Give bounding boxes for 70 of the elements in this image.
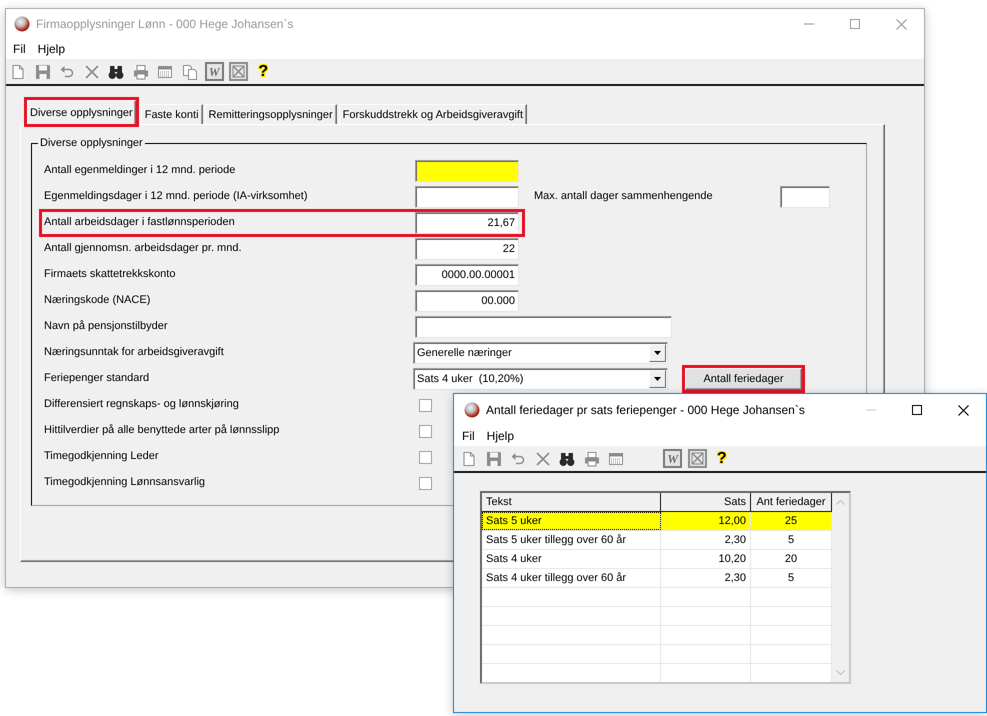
close-icon[interactable] <box>958 404 968 416</box>
table-cell: 12,00 <box>661 512 751 530</box>
input-field[interactable] <box>415 186 519 208</box>
action-button[interactable]: Antall feriedager <box>685 368 802 390</box>
field-label: Næringskode (NACE) <box>44 294 150 306</box>
scrollbar[interactable] <box>832 493 849 682</box>
field-label: Antall arbeidsdager i fastlønnsperioden <box>44 216 235 228</box>
window-title: Antall feriedager pr sats feriepenger - 000 Hege Johansen`s <box>486 403 805 417</box>
menu-item[interactable]: Hjelp <box>32 39 72 59</box>
table-cell: Sats 4 uker <box>482 550 661 568</box>
input-field[interactable] <box>780 186 830 208</box>
tab[interactable]: Remitteringsopplysninger <box>204 104 337 124</box>
sphere-icon <box>464 402 480 418</box>
field-label: Max. antall dager sammenhengende <box>534 190 713 202</box>
help-button[interactable]: ? <box>256 62 270 80</box>
column-header: Sats <box>661 493 751 511</box>
sphere-icon <box>14 16 30 32</box>
field-label: Egenmeldingsdager i 12 mnd. periode (IA-virksomhet) <box>44 190 308 202</box>
menu-item[interactable]: Hjelp <box>480 426 520 446</box>
field-label: Antall egenmeldinger i 12 mnd. periode <box>44 164 236 176</box>
input-field[interactable]: 0000.00.00001 <box>415 264 519 286</box>
input-field[interactable]: 22 <box>415 238 519 260</box>
table-row[interactable]: Sats 4 uker tillegg over 60 år 2,30 5 <box>482 569 832 588</box>
help-button[interactable]: ? <box>714 450 729 468</box>
field-label: Navn på pensjonstilbyder <box>44 320 168 332</box>
input-field[interactable] <box>415 316 672 338</box>
table-cell: 2,30 <box>661 569 751 587</box>
field-label: Differensiert regnskaps- og lønnskjøring <box>44 398 239 410</box>
field-label: Antall gjennomsn. arbeidsdager pr. mnd. <box>44 242 242 254</box>
maximize-icon[interactable] <box>912 405 922 415</box>
dropdown[interactable]: Sats 4 uker (10,20%) <box>413 368 668 390</box>
checkbox[interactable] <box>419 424 432 438</box>
menu-item[interactable]: Fil <box>7 39 32 59</box>
tab[interactable]: Faste konti <box>140 104 203 124</box>
table-cell: 10,20 <box>661 550 751 568</box>
group-title: Diverse opplysninger <box>39 137 144 150</box>
table-cell: Sats 5 uker <box>482 512 661 530</box>
scroll-down-icon[interactable] <box>836 670 845 675</box>
minimize-icon[interactable] <box>804 23 814 25</box>
scroll-up-icon[interactable] <box>836 500 845 505</box>
column-header: Tekst <box>482 493 661 511</box>
table-row[interactable]: Sats 5 uker 12,00 25 <box>482 512 832 531</box>
dropdown[interactable]: Generelle næringer <box>413 342 668 364</box>
binoculars-icon[interactable] <box>559 450 576 466</box>
field-label: Timegodkjenning Lønnsansvarlig <box>44 476 206 488</box>
input-field[interactable]: 21,67 <box>415 212 519 234</box>
menu-item[interactable]: Fil <box>456 426 481 446</box>
input-field[interactable]: 00.000 <box>415 290 519 312</box>
field-label: Hittilverdier på alle benyttede arter på lønnsslipp <box>44 424 280 436</box>
field-label: Næringsunntak for arbeidsgiveravgift <box>44 346 224 358</box>
window-title: Firmaopplysninger Lønn - 000 Hege Johansen`s <box>36 17 294 31</box>
table-row[interactable]: Sats 4 uker 10,20 20 <box>482 550 832 569</box>
table-cell: Sats 5 uker tillegg over 60 år <box>482 531 661 549</box>
table-cell: 2,30 <box>661 531 751 549</box>
tab[interactable]: Forskuddstrekk og Arbeidsgiveravgift <box>338 104 528 124</box>
table-cell: Sats 4 uker tillegg over 60 år <box>482 569 661 587</box>
field-label: Timegodkjenning Leder <box>44 450 159 462</box>
caret-icon <box>654 377 661 381</box>
input-field[interactable] <box>415 160 519 182</box>
checkbox[interactable] <box>419 450 432 464</box>
dropdown-arrow-button[interactable] <box>649 344 666 362</box>
field-label: Firmaets skattetrekkskonto <box>44 268 176 280</box>
checkbox[interactable] <box>419 398 432 412</box>
caret-icon <box>654 351 661 355</box>
checkbox[interactable] <box>419 476 432 490</box>
tab[interactable]: Diverse opplysninger <box>27 100 136 124</box>
table-row[interactable]: Sats 5 uker tillegg over 60 år 2,30 5 <box>482 531 832 550</box>
binoculars-icon[interactable] <box>108 64 124 80</box>
field-label: Feriepenger standard <box>44 372 150 384</box>
dropdown-arrow-button[interactable] <box>649 370 666 388</box>
